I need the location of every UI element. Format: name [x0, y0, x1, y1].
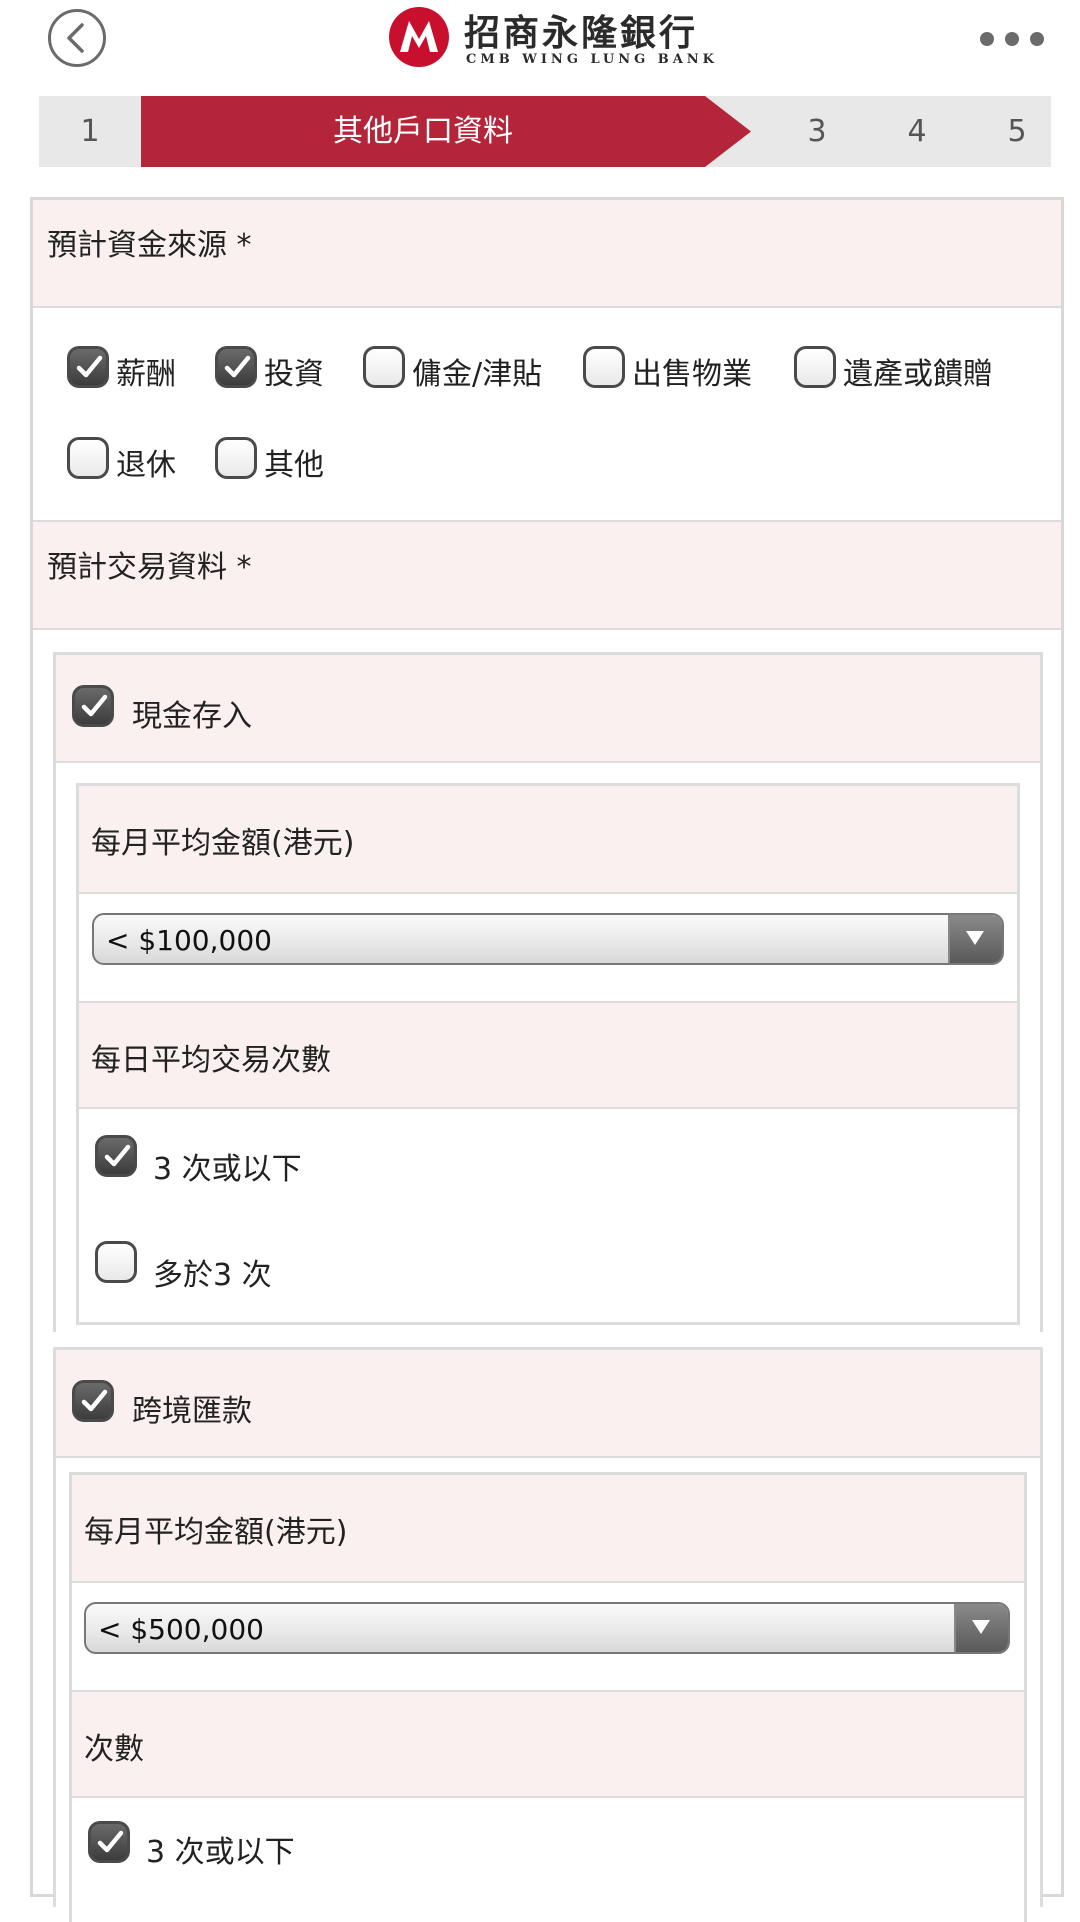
- cash-deposit-details: 每月平均金額(港元) < $100,000 每日平均交易次數 3 次或以下 多於…: [76, 783, 1020, 1325]
- transactions-header: 預計交易資料 *: [33, 520, 1061, 630]
- daily-3-or-less-label: 3 次或以下: [153, 1152, 302, 1187]
- daily-count-header: 每日平均交易次數: [79, 1001, 1017, 1109]
- checkmark-icon: [97, 1830, 124, 1853]
- checkmark-icon: [76, 355, 103, 378]
- fund-source-title: 預計資金來源 *: [47, 228, 252, 263]
- transactions-title: 預計交易資料 *: [47, 550, 252, 585]
- step-4: 4: [907, 114, 927, 149]
- checkbox-commission[interactable]: [363, 346, 405, 388]
- count-header: 次數: [72, 1690, 1024, 1798]
- checkbox-investment[interactable]: [215, 346, 257, 388]
- cross-monthly-amount-value: < $500,000: [98, 1613, 264, 1646]
- cash-monthly-amount-select[interactable]: < $100,000: [92, 913, 1004, 965]
- cash-monthly-amount-value: < $100,000: [106, 924, 272, 957]
- cmb-logo-icon: [389, 7, 449, 67]
- cross-border-label: 跨境匯款: [132, 1394, 252, 1429]
- checkbox-cross-border[interactable]: [72, 1380, 114, 1422]
- dropdown-arrow-icon: [948, 915, 1002, 963]
- dropdown-arrow-icon: [954, 1604, 1008, 1652]
- dot-icon: [1030, 32, 1044, 46]
- checkbox-daily-more-than-3[interactable]: [95, 1241, 137, 1283]
- progress-stepper: 1 其他戶口資料 3 4 5: [39, 96, 1051, 167]
- checkbox-salary[interactable]: [67, 346, 109, 388]
- cross-monthly-amount-select[interactable]: < $500,000: [84, 1602, 1010, 1654]
- checkbox-retirement[interactable]: [67, 437, 109, 479]
- cross-border-details: 每月平均金額(港元) < $500,000 次數 3 次或以下: [69, 1472, 1027, 1922]
- app-header: 招商永隆銀行 CMB WING LUNG BANK: [0, 0, 1080, 80]
- back-button[interactable]: [48, 9, 106, 67]
- step-1: 1: [80, 114, 100, 149]
- cross-3-or-less-label: 3 次或以下: [146, 1835, 295, 1870]
- checkbox-cash-deposit[interactable]: [72, 685, 114, 727]
- checkmark-icon: [224, 355, 251, 378]
- daily-more-than-3-label: 多於3 次: [153, 1258, 272, 1293]
- cash-monthly-amount-header: 每月平均金額(港元): [79, 786, 1017, 894]
- checkmark-icon: [104, 1144, 131, 1167]
- checkmark-icon: [81, 694, 108, 717]
- checkbox-label-retirement: 退休: [116, 448, 176, 483]
- checkbox-other[interactable]: [215, 437, 257, 479]
- cash-deposit-header: 現金存入: [56, 655, 1040, 763]
- brand-name-chinese: 招商永隆銀行: [464, 12, 699, 54]
- cash-deposit-section: 現金存入 每月平均金額(港元) < $100,000 每日平均交易次數 3 次或…: [53, 652, 1043, 1332]
- checkbox-label-other: 其他: [264, 448, 324, 483]
- fund-source-header: 預計資金來源 *: [33, 200, 1061, 308]
- count-label: 次數: [84, 1732, 144, 1767]
- dot-icon: [1005, 32, 1019, 46]
- checkmark-icon: [81, 1389, 108, 1412]
- step-2-label: 其他戶口資料: [333, 114, 513, 149]
- form-panel: 預計資金來源 * 薪酬 投資 傭金/津貼 出售物業 遺產或饋贈 退休 其他 預計…: [30, 197, 1064, 1922]
- checkbox-inheritance[interactable]: [794, 346, 836, 388]
- cross-monthly-amount-header: 每月平均金額(港元): [72, 1475, 1024, 1583]
- checkbox-label-salary: 薪酬: [116, 357, 176, 392]
- cross-border-section: 跨境匯款 每月平均金額(港元) < $500,000 次數 3 次或以下: [53, 1347, 1043, 1922]
- checkbox-property-sale[interactable]: [583, 346, 625, 388]
- more-options-button[interactable]: [980, 26, 1046, 52]
- checkbox-label-property-sale: 出售物業: [632, 357, 752, 392]
- bank-logo: 招商永隆銀行 CMB WING LUNG BANK: [388, 6, 714, 74]
- checkbox-label-investment: 投資: [264, 357, 324, 392]
- daily-count-label: 每日平均交易次數: [91, 1043, 331, 1078]
- checkbox-label-inheritance: 遺產或饋贈: [843, 357, 993, 392]
- checkbox-daily-3-or-less[interactable]: [95, 1135, 137, 1177]
- cross-monthly-amount-label: 每月平均金額(港元): [84, 1515, 348, 1550]
- brand-name-english: CMB WING LUNG BANK: [466, 52, 718, 67]
- checkbox-cross-3-or-less[interactable]: [88, 1821, 130, 1863]
- checkbox-label-commission: 傭金/津貼: [412, 357, 543, 392]
- step-3: 3: [807, 114, 827, 149]
- cash-monthly-amount-label: 每月平均金額(港元): [91, 826, 355, 861]
- step-2-active: 其他戶口資料: [141, 96, 751, 167]
- dot-icon: [980, 32, 994, 46]
- chevron-left-icon: [67, 23, 84, 53]
- cash-deposit-label: 現金存入: [132, 699, 252, 734]
- step-5: 5: [1007, 114, 1027, 149]
- cross-border-header: 跨境匯款: [56, 1350, 1040, 1458]
